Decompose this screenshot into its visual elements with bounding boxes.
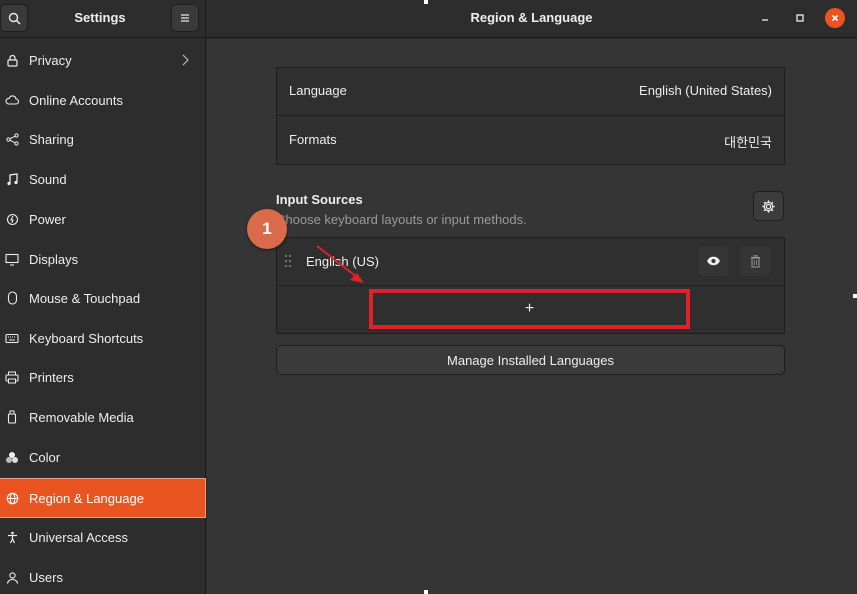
- sidebar-item-sound[interactable]: Sound: [0, 160, 205, 198]
- sidebar-item-sharing[interactable]: Sharing: [0, 120, 205, 158]
- gear-icon: [762, 199, 775, 213]
- chevron-right-icon: [181, 54, 189, 69]
- minimize-icon: [762, 19, 768, 21]
- sidebar-header: Settings: [0, 0, 206, 38]
- sidebar-item-users[interactable]: Users: [0, 558, 205, 594]
- display-icon: [5, 252, 19, 266]
- header-bar: Settings Region & Language: [0, 0, 857, 38]
- sidebar-item-label: Privacy: [29, 52, 72, 68]
- search-icon: [8, 12, 21, 25]
- resize-handle[interactable]: [424, 0, 428, 4]
- sidebar-item-removable-media[interactable]: Removable Media: [0, 398, 205, 436]
- preview-layout-button[interactable]: [698, 246, 728, 276]
- sidebar-item-label: Region & Language: [29, 490, 144, 506]
- input-sources-title: Input Sources: [276, 192, 363, 207]
- formats-value: 대한민국: [724, 135, 772, 150]
- sidebar-item-power[interactable]: Power: [0, 200, 205, 238]
- user-icon: [5, 570, 19, 584]
- keyboard-icon: [5, 331, 19, 345]
- sidebar-item-online-accounts[interactable]: Online Accounts: [0, 81, 205, 119]
- resize-handle[interactable]: [424, 590, 428, 594]
- step-number-badge: 1: [247, 209, 287, 249]
- minimize-button[interactable]: [755, 8, 775, 28]
- close-icon: [831, 14, 839, 22]
- power-icon: [5, 212, 19, 226]
- formats-row[interactable]: Formats 대한민국: [277, 116, 784, 164]
- sidebar-item-label: Displays: [29, 251, 79, 267]
- sidebar-item-keyboard-shortcuts[interactable]: Keyboard Shortcuts: [0, 319, 205, 357]
- mouse-icon: [5, 291, 19, 305]
- sidebar-item-color[interactable]: Color: [0, 438, 205, 476]
- sidebar-item-label: Keyboard Shortcuts: [29, 330, 144, 346]
- sidebar-item-printers[interactable]: Printers: [0, 358, 205, 396]
- usb-drive-icon: [5, 410, 19, 424]
- sidebar-item-label: Color: [29, 449, 61, 465]
- sidebar-item-universal-access[interactable]: Universal Access: [0, 518, 205, 556]
- language-value: English (United States): [639, 83, 772, 98]
- sidebar-item-label: Sound: [29, 171, 67, 187]
- highlight-box: [369, 289, 690, 329]
- close-button[interactable]: [825, 8, 845, 28]
- sidebar-item-label: Online Accounts: [29, 92, 123, 108]
- sidebar: Privacy Online Accounts Sharing Sound Po…: [0, 39, 206, 594]
- color-icon: [5, 450, 19, 464]
- sidebar-item-label: Sharing: [29, 131, 74, 147]
- resize-handle[interactable]: [853, 294, 857, 298]
- lock-icon: [5, 53, 19, 67]
- sidebar-item-label: Users: [29, 569, 63, 585]
- sidebar-item-label: Power: [29, 211, 66, 227]
- maximize-icon: [796, 14, 804, 22]
- arrow-annotation: [316, 245, 364, 283]
- remove-input-source-button[interactable]: [740, 246, 770, 276]
- input-sources-subtitle: Choose keyboard layouts or input methods…: [276, 212, 527, 227]
- maximize-button[interactable]: [790, 8, 810, 28]
- eye-icon: [706, 256, 720, 266]
- sidebar-item-label: Universal Access: [29, 529, 128, 545]
- share-icon: [5, 132, 19, 146]
- sidebar-item-label: Printers: [29, 369, 74, 385]
- printer-icon: [5, 370, 19, 384]
- sidebar-title: Settings: [74, 10, 126, 25]
- sidebar-item-privacy[interactable]: Privacy: [0, 41, 205, 79]
- formats-label: Formats: [289, 132, 337, 147]
- hamburger-menu-button[interactable]: [171, 4, 199, 32]
- globe-icon: [5, 491, 19, 505]
- sidebar-item-label: Mouse & Touchpad: [29, 290, 141, 306]
- hamburger-menu-icon: [181, 14, 189, 22]
- sidebar-item-label: Removable Media: [29, 409, 134, 425]
- sidebar-item-mouse-touchpad[interactable]: Mouse & Touchpad: [0, 279, 205, 317]
- language-row[interactable]: Language English (United States): [277, 68, 784, 115]
- drag-handle-icon[interactable]: [284, 254, 292, 271]
- language-label: Language: [289, 83, 347, 98]
- music-note-icon: [5, 172, 19, 186]
- input-source-options-button[interactable]: [753, 191, 784, 221]
- sidebar-item-region-language[interactable]: Region & Language: [0, 478, 206, 518]
- trash-icon: [750, 254, 760, 267]
- manage-installed-languages-button[interactable]: Manage Installed Languages: [276, 345, 785, 375]
- search-button[interactable]: [0, 4, 28, 32]
- cloud-icon: [5, 93, 19, 107]
- sidebar-item-displays[interactable]: Displays: [0, 240, 205, 278]
- accessibility-icon: [5, 530, 19, 544]
